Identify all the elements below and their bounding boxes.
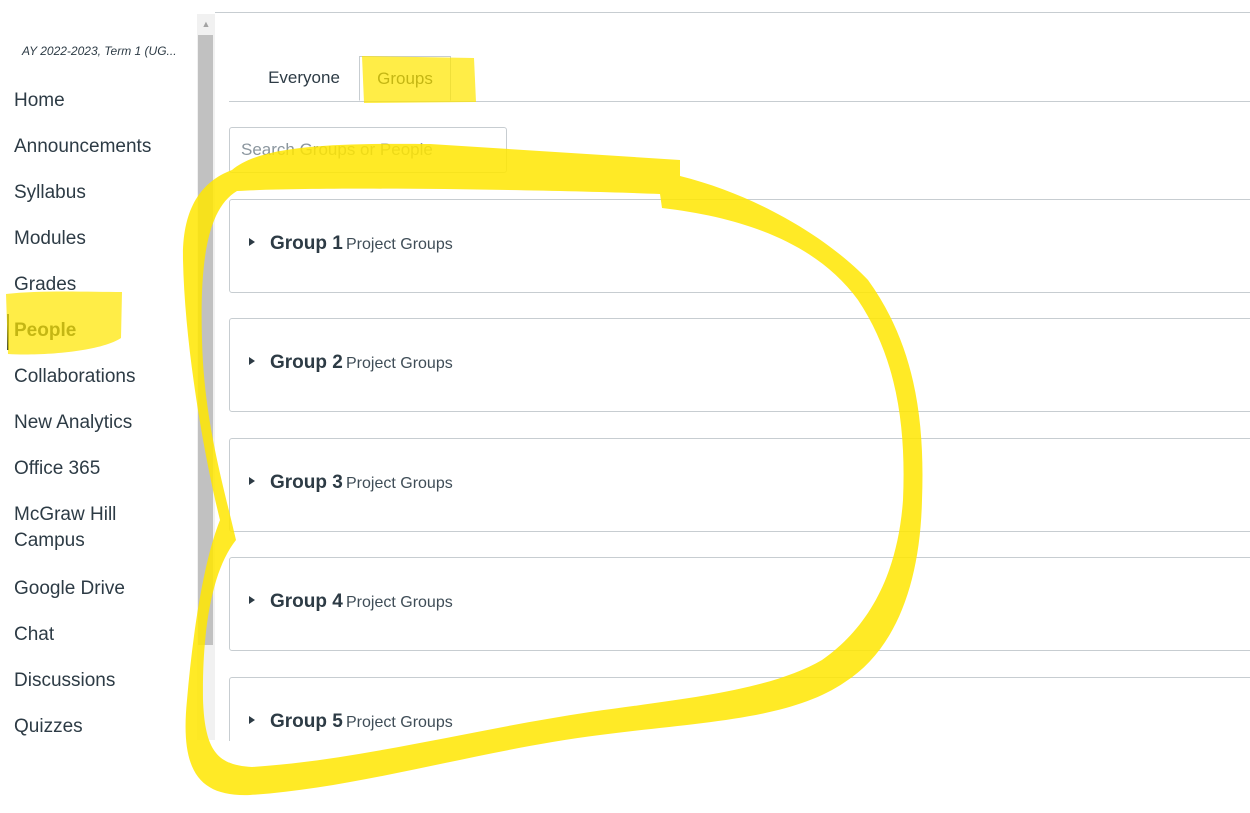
nav-item-label: Quizzes <box>14 716 83 737</box>
nav-item-label: Grades <box>14 274 77 295</box>
tab-groups[interactable]: Groups <box>359 56 451 101</box>
scroll-up-arrow-icon[interactable]: ▲ <box>197 14 215 34</box>
nav-item-label: New Analytics <box>14 412 133 433</box>
caret-right-icon <box>249 357 255 365</box>
nav-item-label: Announcements <box>14 136 152 157</box>
people-tabs: Everyone Groups <box>229 56 1250 102</box>
scrollbar-thumb[interactable] <box>198 35 213 645</box>
group-category: Project Groups <box>346 594 453 611</box>
group-name: Group 2 <box>270 352 343 373</box>
nav-item-discussions[interactable]: Discussions <box>0 666 198 712</box>
nav-item-label: Office 365 <box>14 458 101 479</box>
nav-item-label: Modules <box>14 228 86 249</box>
nav-item-modules[interactable]: Modules <box>0 224 198 270</box>
nav-item-google-drive[interactable]: Google Drive <box>0 574 198 620</box>
course-nav-list: Home Announcements Syllabus Modules Grad… <box>0 86 198 758</box>
caret-right-icon <box>249 477 255 485</box>
nav-item-label: People <box>14 320 77 341</box>
nav-item-label: Syllabus <box>14 182 86 203</box>
nav-item-label: Collaborations <box>14 366 136 387</box>
nav-item-label: Chat <box>14 624 55 645</box>
search-input[interactable] <box>229 127 507 173</box>
group-name: Group 1 <box>270 233 343 254</box>
nav-item-people[interactable]: People <box>0 314 198 362</box>
caret-right-icon <box>249 596 255 604</box>
nav-scrollbar[interactable]: ▲ <box>197 14 215 740</box>
nav-item-syllabus[interactable]: Syllabus <box>0 178 198 224</box>
nav-item-new-analytics[interactable]: New Analytics <box>0 408 198 454</box>
group-card-5[interactable]: Group 5 Project Groups <box>229 677 1250 741</box>
group-name: Group 4 <box>270 591 343 612</box>
nav-item-collaborations[interactable]: Collaborations <box>0 362 198 408</box>
nav-item-grades[interactable]: Grades <box>0 270 198 316</box>
caret-right-icon <box>249 238 255 246</box>
group-card-3[interactable]: Group 3 Project Groups <box>229 438 1250 532</box>
group-card-1[interactable]: Group 1 Project Groups <box>229 199 1250 293</box>
group-category: Project Groups <box>346 714 453 731</box>
nav-item-announcements[interactable]: Announcements <box>0 132 198 178</box>
active-indicator <box>7 314 9 350</box>
nav-item-label: Home <box>14 90 65 111</box>
nav-item-mcgraw-hill-campus[interactable]: McGraw Hill Campus <box>0 500 198 574</box>
course-navigation: AY 2022-2023, Term 1 (UG... Home Announc… <box>0 0 198 813</box>
group-name: Group 3 <box>270 472 343 493</box>
nav-item-label: Google Drive <box>14 578 125 599</box>
group-card-2[interactable]: Group 2 Project Groups <box>229 318 1250 412</box>
tab-everyone[interactable]: Everyone <box>249 56 359 100</box>
group-category: Project Groups <box>346 475 453 492</box>
nav-item-chat[interactable]: Chat <box>0 620 198 666</box>
nav-item-quizzes[interactable]: Quizzes <box>0 712 198 758</box>
nav-item-home[interactable]: Home <box>0 86 198 132</box>
group-card-4[interactable]: Group 4 Project Groups <box>229 557 1250 651</box>
course-term: AY 2022-2023, Term 1 (UG... <box>22 44 177 58</box>
group-name: Group 5 <box>270 711 343 732</box>
top-divider <box>215 12 1250 13</box>
group-category: Project Groups <box>346 236 453 253</box>
group-category: Project Groups <box>346 355 453 372</box>
nav-item-label: Discussions <box>14 670 116 691</box>
nav-item-office-365[interactable]: Office 365 <box>0 454 198 500</box>
nav-item-label: McGraw Hill Campus <box>14 504 117 551</box>
caret-right-icon <box>249 716 255 724</box>
